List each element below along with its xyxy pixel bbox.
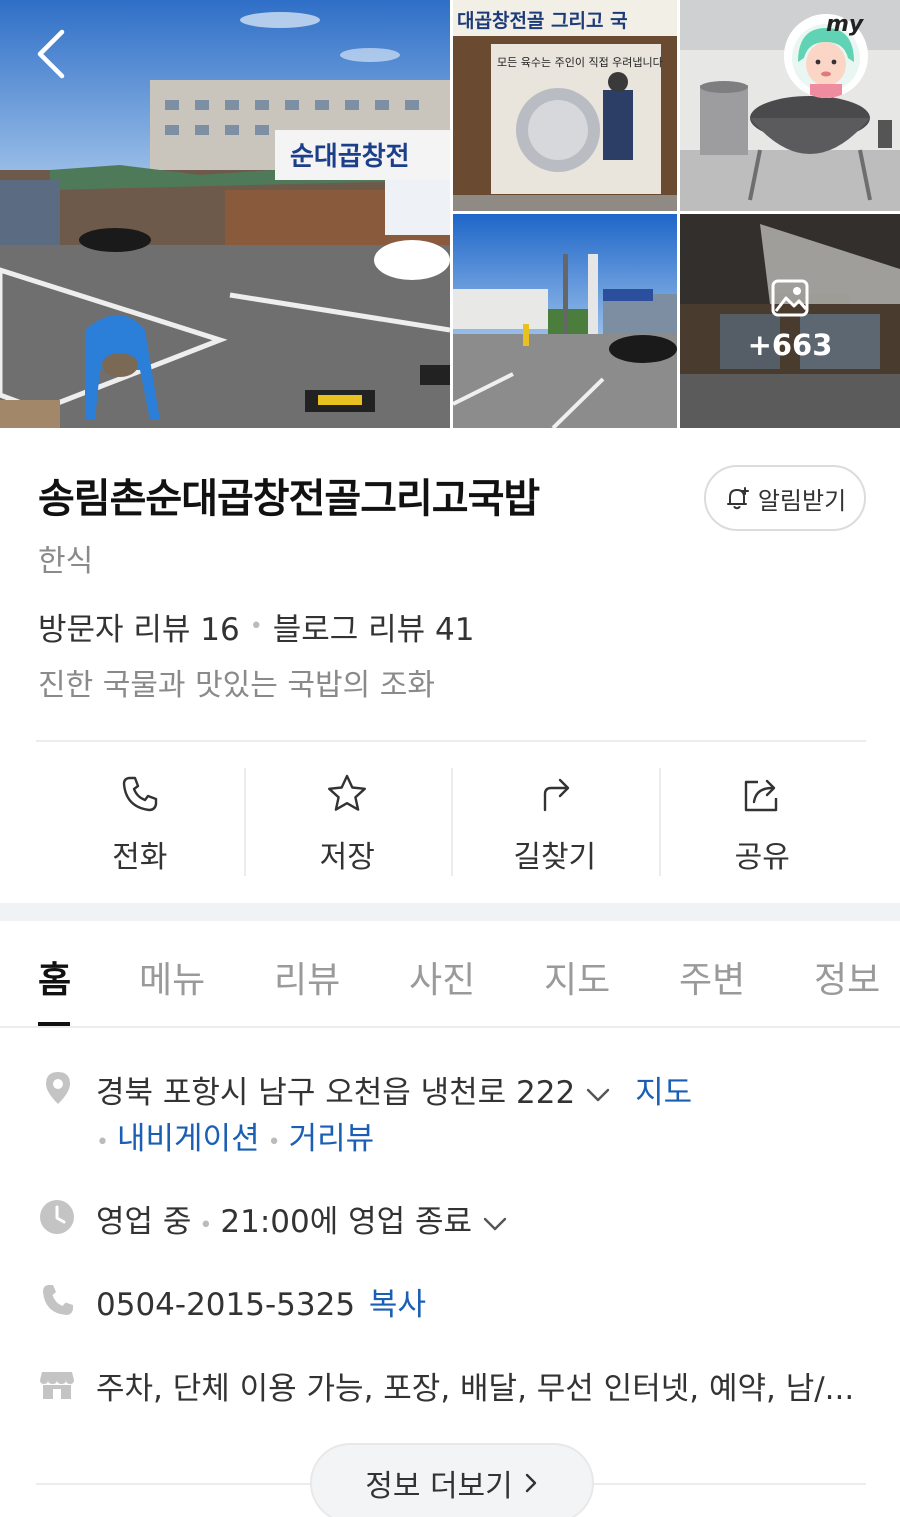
back-arrow-icon [37, 29, 65, 79]
star-icon [328, 774, 367, 811]
photo-thumbnail-street[interactable] [453, 214, 677, 428]
map-link[interactable]: 지도 [635, 1075, 692, 1111]
more-photos-button[interactable]: +663 [680, 214, 900, 428]
back-button[interactable] [22, 22, 82, 86]
streetview-link[interactable]: 거리뷰 [289, 1121, 375, 1157]
photo2-banner: 모든 육수는 주인이 직접 우려냅니다 [497, 56, 663, 69]
active-tab-indicator [38, 1022, 70, 1026]
place-category: 한식 [38, 544, 94, 579]
photo-gallery[interactable]: 순대곱창전 대곱창전골 그리고 국 모든 육수는 주인이 직접 우려냅니다 my… [0, 0, 900, 428]
visitor-reviews-link[interactable]: 방문자 리뷰 16 [38, 604, 240, 649]
phone-number[interactable]: 0504-2015-5325 [96, 1287, 355, 1323]
separator-dot: • [249, 614, 263, 639]
call-button[interactable]: 전화 [36, 768, 244, 876]
call-label: 전화 [112, 840, 168, 875]
share-label: 공유 [734, 840, 790, 875]
tab-bar: 홈 메뉴 리뷰 사진 지도 주변 정보 [0, 921, 900, 1028]
my-badge-label: my [826, 12, 864, 37]
tab-menu[interactable]: 메뉴 [139, 951, 205, 1003]
save-button[interactable]: 저장 [243, 768, 452, 876]
hours-row[interactable]: 영업 중 • 21:00에 영업 종료 [96, 1196, 508, 1241]
blog-reviews-link[interactable]: 블로그 리뷰 41 [273, 604, 475, 649]
place-tagline: 진한 국물과 맛있는 국밥의 조화 [38, 668, 435, 703]
clock-icon [40, 1200, 74, 1234]
copy-phone-button[interactable]: 복사 [369, 1287, 426, 1323]
tab-reviews[interactable]: 리뷰 [274, 951, 340, 1003]
place-name: 송림촌순대곱창전골그리고국밥 [38, 476, 540, 522]
separator-dot: • [267, 1130, 281, 1155]
tab-home[interactable]: 홈 [38, 951, 71, 1003]
notify-button[interactable]: 알림받기 [704, 465, 866, 531]
tab-info[interactable]: 정보 [814, 951, 880, 1003]
section-divider [0, 903, 900, 921]
photo2-sign: 대곱창전골 그리고 국 [457, 10, 628, 32]
separator-dot: • [199, 1213, 213, 1238]
phone-row: 0504-2015-5325 복사 [96, 1279, 426, 1324]
action-bar: 전화 저장 길찾기 공유 [36, 768, 866, 876]
closing-time: 21:00에 영업 종료 [220, 1204, 473, 1240]
photo-thumbnail-kitchen-pot[interactable] [680, 0, 900, 211]
save-label: 저장 [319, 840, 375, 875]
phone-icon [43, 1285, 73, 1315]
photo-thumbnail-kitchen-banner[interactable]: 대곱창전골 그리고 국 모든 육수는 주인이 직접 우려냅니다 [453, 0, 677, 211]
store-icon [40, 1372, 74, 1399]
address-text: 경북 포항시 남구 오천읍 냉천로 222 [96, 1075, 576, 1111]
more-info-label: 정보 더보기 [365, 1469, 513, 1504]
address-row: 경북 포항시 남구 오천읍 냉천로 222 지도 [96, 1067, 692, 1112]
tab-map[interactable]: 지도 [544, 951, 610, 1003]
chevron-down-icon[interactable] [482, 1216, 508, 1232]
phone-icon [122, 776, 157, 812]
address-links-row: • 내비게이션 • 거리뷰 [96, 1113, 374, 1158]
directions-icon [543, 778, 569, 812]
directions-label: 길찾기 [513, 840, 597, 875]
open-status: 영업 중 [96, 1204, 192, 1240]
tab-nearby[interactable]: 주변 [679, 951, 745, 1003]
location-pin-icon [46, 1072, 70, 1104]
amenities-text: 주차, 단체 이용 가능, 포장, 배달, 무선 인터넷, 예약, 남/... [96, 1371, 855, 1407]
main-photo-sign: 순대곱창전 [290, 142, 410, 172]
chevron-down-icon[interactable] [585, 1087, 611, 1103]
notify-label: 알림받기 [757, 486, 847, 515]
review-summary: 방문자 리뷰 16 • 블로그 리뷰 41 [38, 604, 475, 649]
chevron-right-icon [525, 1473, 536, 1493]
more-info-button[interactable]: 정보 더보기 [310, 1443, 594, 1517]
image-icon [771, 279, 809, 317]
divider [36, 740, 866, 742]
directions-button[interactable]: 길찾기 [451, 768, 659, 876]
tab-photos[interactable]: 사진 [409, 951, 475, 1003]
navigation-link[interactable]: 내비게이션 [117, 1121, 260, 1157]
bell-plus-icon [726, 487, 749, 510]
share-icon [745, 779, 778, 812]
share-button[interactable]: 공유 [658, 768, 867, 876]
separator-dot: • [96, 1130, 109, 1155]
more-photos-count: +663 [747, 328, 833, 362]
